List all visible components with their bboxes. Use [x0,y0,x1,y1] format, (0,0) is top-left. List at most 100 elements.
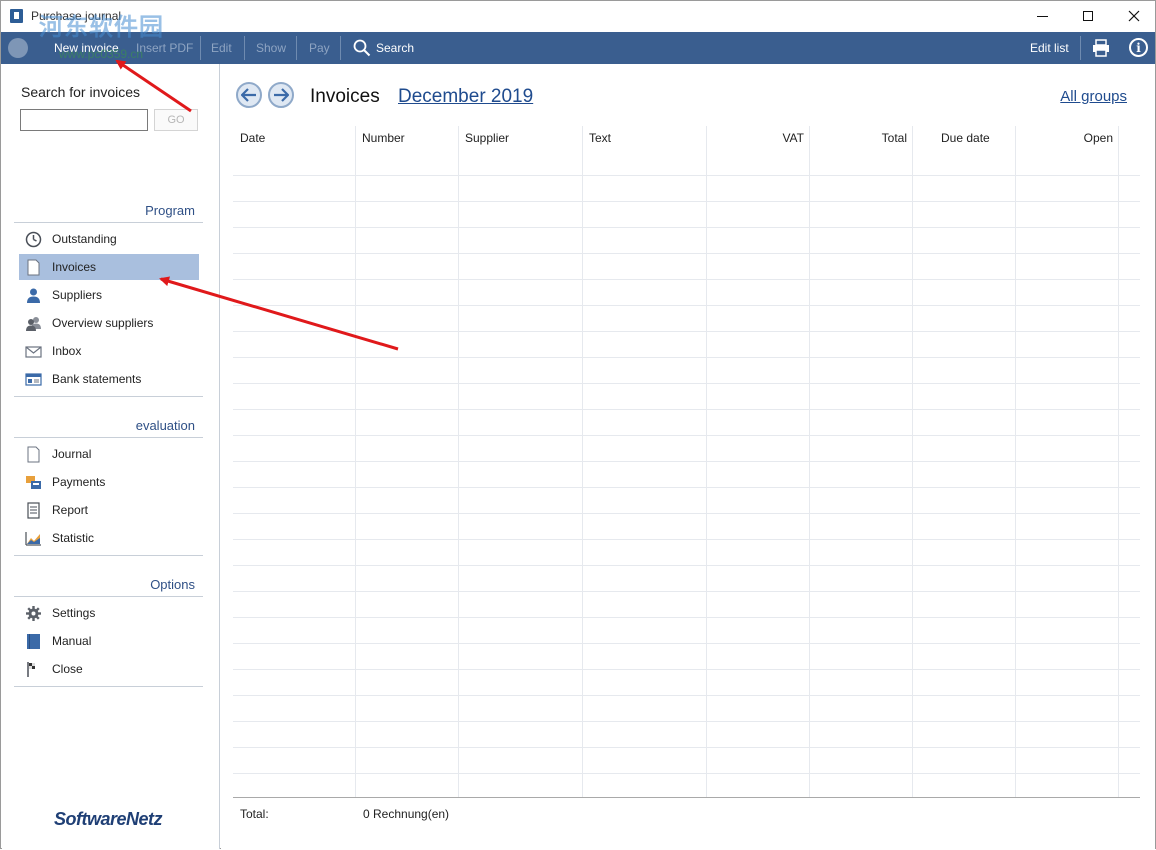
table-row[interactable] [233,435,1140,436]
sidebar-item-label: Statistic [52,531,95,545]
flag-icon [27,661,35,677]
payments-icon [26,475,41,489]
arrow-right-icon [274,88,289,102]
table-row[interactable] [233,643,1140,644]
sidebar-item-settings[interactable]: Settings [19,600,199,626]
table-row[interactable] [233,773,1140,774]
go-button[interactable]: GO [154,109,198,131]
footer-total-label: Total: [240,807,269,821]
back-circle-icon[interactable] [8,38,28,58]
column-header-due-date[interactable]: Due date [941,131,990,145]
table-row[interactable] [233,617,1140,618]
all-groups-link[interactable]: All groups [1060,88,1127,105]
column-header-supplier[interactable]: Supplier [465,131,509,145]
search-button[interactable]: Search [376,41,414,55]
toolbar-divider [1080,36,1081,60]
table-row[interactable] [233,175,1140,176]
printer-icon[interactable] [1091,38,1111,58]
table-row[interactable] [233,669,1140,670]
next-period-button[interactable] [268,82,294,108]
column-header-open[interactable]: Open [1022,131,1113,145]
table-row[interactable] [233,227,1140,228]
search-icon[interactable] [353,39,371,57]
table-row[interactable] [233,513,1140,514]
title-bar: Purchase journal [1,1,1155,31]
footer-divider [233,797,1140,798]
table-row[interactable] [233,695,1140,696]
table-row[interactable] [233,487,1140,488]
sidebar-item-close[interactable]: Close [19,656,199,682]
table-row[interactable] [233,357,1140,358]
search-input[interactable] [20,109,148,131]
toolbar-divider [296,36,297,60]
table-row[interactable] [233,253,1140,254]
app-icon [10,9,23,23]
table-row[interactable] [233,461,1140,462]
sidebar-item-statistic[interactable]: Statistic [19,525,199,551]
previous-period-button[interactable] [236,82,262,108]
invoice-table: Date Number Supplier Text VAT Total Due … [233,126,1140,798]
sidebar-item-report[interactable]: Report [19,497,199,523]
table-header: Date Number Supplier Text VAT Total Due … [233,126,1140,152]
sidebar-item-payments[interactable]: Payments [19,469,199,495]
column-header-vat[interactable]: VAT [713,131,804,145]
document-icon [27,259,40,275]
sidebar-item-label: Overview suppliers [52,316,154,330]
section-header-evaluation: evaluation [14,418,203,438]
sidebar-item-label: Settings [52,606,96,620]
sidebar-item-label: Manual [52,634,92,648]
footer-invoice-count: 0 Rechnung(en) [363,807,450,821]
section-header-options: Options [14,577,203,597]
sidebar-item-label: Report [52,503,89,517]
edit-button[interactable]: Edit [211,41,232,55]
maximize-button[interactable] [1065,1,1111,31]
sidebar-item-journal[interactable]: Journal [19,441,199,467]
sidebar-item-invoices[interactable]: Invoices [19,254,199,280]
app-window: Purchase journal New invoice Insert PDF … [0,0,1156,849]
brand-logo: SoftwareNetz [54,809,163,829]
column-header-text[interactable]: Text [589,131,611,145]
arrow-left-icon [241,88,256,102]
watermark-url: www.pc0359.cn [59,47,144,61]
pay-button[interactable]: Pay [309,41,330,55]
report-icon [27,501,40,519]
table-row[interactable] [233,279,1140,280]
sidebar-item-suppliers[interactable]: Suppliers [19,282,199,308]
table-row[interactable] [233,747,1140,748]
edit-list-button[interactable]: Edit list [1030,41,1069,55]
close-window-button[interactable] [1111,1,1156,31]
sidebar-item-manual[interactable]: Manual [19,628,199,654]
column-header-date[interactable]: Date [240,131,265,145]
insert-pdf-button[interactable]: Insert PDF [136,41,193,55]
show-button[interactable]: Show [256,41,286,55]
period-link[interactable]: December 2019 [398,86,533,108]
table-row[interactable] [233,591,1140,592]
toolbar-divider [340,36,341,60]
column-header-total[interactable]: Total [816,131,907,145]
people-icon [26,316,41,331]
sidebar-item-label: Inbox [52,344,82,358]
section-divider [14,686,203,687]
watermark: 河东软件园 [39,13,164,41]
table-row[interactable] [233,565,1140,566]
table-row[interactable] [233,305,1140,306]
minimize-button[interactable] [1019,1,1065,31]
sidebar-item-overview-suppliers[interactable]: Overview suppliers [19,310,199,336]
column-header-number[interactable]: Number [362,131,405,145]
sidebar-item-outstanding[interactable]: Outstanding [19,226,199,252]
table-row[interactable] [233,721,1140,722]
sidebar-item-bank-statements[interactable]: Bank statements [19,366,199,392]
sidebar-item-label: Suppliers [52,288,103,302]
gear-icon [26,605,41,621]
info-icon[interactable]: i [1129,38,1148,57]
toolbar: New invoice Insert PDF Edit Show Pay Sea… [1,32,1155,64]
sidebar-item-inbox[interactable]: Inbox [19,338,199,364]
table-row[interactable] [233,539,1140,540]
table-row[interactable] [233,331,1140,332]
table-row[interactable] [233,409,1140,410]
bank-statement-icon [25,372,42,386]
table-row[interactable] [233,383,1140,384]
person-icon [27,288,40,303]
maximize-icon [1083,11,1093,21]
table-row[interactable] [233,201,1140,202]
